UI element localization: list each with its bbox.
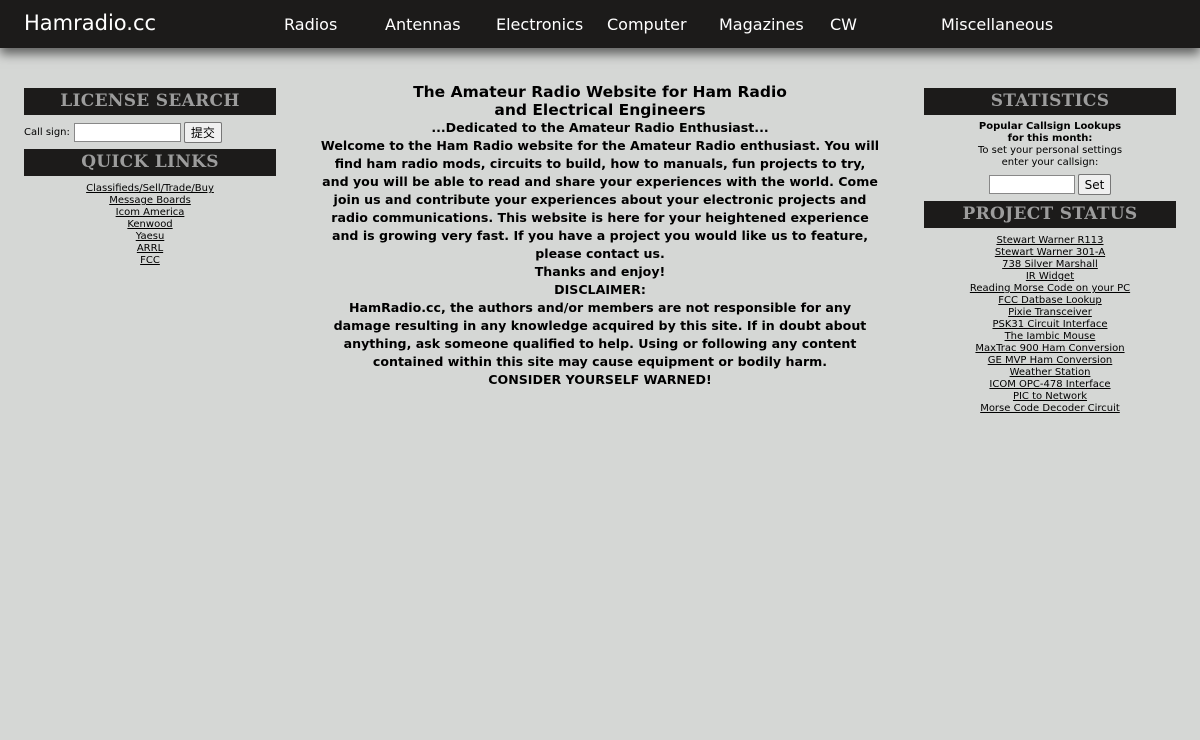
project-link[interactable]: Stewart Warner 301-A xyxy=(924,247,1176,259)
nav-miscellaneous[interactable]: Miscellaneous xyxy=(941,15,1053,34)
nav-radios[interactable]: Radios xyxy=(284,15,337,34)
project-link[interactable]: MaxTrac 900 Ham Conversion xyxy=(924,343,1176,355)
main-content: The Amateur Radio Website for Ham Radio … xyxy=(320,83,880,389)
disclaimer-text: HamRadio.cc, the authors and/or members … xyxy=(333,300,867,369)
popular-lookups-line-1: Popular Callsign Lookups xyxy=(978,121,1122,132)
quick-link-fcc[interactable]: FCC xyxy=(24,255,276,267)
project-link[interactable]: Stewart Warner R113 xyxy=(924,235,1176,247)
project-status-heading: PROJECT STATUS xyxy=(924,201,1176,228)
project-link[interactable]: PIC to Network xyxy=(924,391,1176,403)
nav-electronics[interactable]: Electronics xyxy=(496,15,583,34)
project-link[interactable]: Weather Station xyxy=(924,367,1176,379)
left-sidebar: LICENSE SEARCH Call sign: 提交 QUICK LINKS… xyxy=(24,88,276,267)
quick-link-icom-america[interactable]: Icom America xyxy=(24,207,276,219)
warning-text: CONSIDER YOURSELF WARNED! xyxy=(488,372,712,387)
quick-link-message-boards[interactable]: Message Boards xyxy=(24,195,276,207)
project-link[interactable]: Reading Morse Code on your PC xyxy=(924,283,1176,295)
welcome-text: Welcome to the Ham Radio website for the… xyxy=(320,138,880,261)
disclaimer-heading: DISCLAIMER: xyxy=(554,282,646,297)
project-link[interactable]: GE MVP Ham Conversion xyxy=(924,355,1176,367)
tagline: ...Dedicated to the Amateur Radio Enthus… xyxy=(431,120,769,135)
page-title-line-2: and Electrical Engineers xyxy=(494,101,706,119)
right-sidebar: STATISTICS Popular Callsign Lookups for … xyxy=(924,88,1176,415)
project-link[interactable]: Morse Code Decoder Circuit xyxy=(924,403,1176,415)
popular-lookups-line-2: for this month: xyxy=(1007,133,1093,144)
nav-antennas[interactable]: Antennas xyxy=(385,15,461,34)
page-title-line-1: The Amateur Radio Website for Ham Radio xyxy=(413,83,787,101)
project-link[interactable]: The Iambic Mouse xyxy=(924,331,1176,343)
statistics-heading: STATISTICS xyxy=(924,88,1176,115)
quick-links-list: Classifieds/Sell/Trade/Buy Message Board… xyxy=(24,176,276,267)
quick-link-yaesu[interactable]: Yaesu xyxy=(24,231,276,243)
thanks-text: Thanks and enjoy! xyxy=(534,264,666,279)
project-status-list: Stewart Warner R113 Stewart Warner 301-A… xyxy=(924,228,1176,415)
set-callsign-button[interactable]: Set xyxy=(1077,174,1112,195)
license-search-heading: LICENSE SEARCH xyxy=(24,88,276,115)
quick-link-kenwood[interactable]: Kenwood xyxy=(24,219,276,231)
nav-computer[interactable]: Computer xyxy=(607,15,687,34)
site-logo-link[interactable]: Hamradio.cc xyxy=(24,11,156,35)
license-search-submit-button[interactable]: 提交 xyxy=(183,121,222,143)
callsign-label: Call sign: xyxy=(24,126,70,138)
callsign-input[interactable] xyxy=(73,122,181,142)
statistics-body: Popular Callsign Lookups for this month:… xyxy=(924,115,1176,201)
project-link[interactable]: IR Widget xyxy=(924,271,1176,283)
settings-hint-line-2: enter your callsign: xyxy=(1001,157,1099,168)
project-link[interactable]: PSK31 Circuit Interface xyxy=(924,319,1176,331)
quick-links-heading: QUICK LINKS xyxy=(24,149,276,176)
nav-cw[interactable]: CW xyxy=(830,15,857,34)
project-link[interactable]: 738 Silver Marshall xyxy=(924,259,1176,271)
project-link[interactable]: ICOM OPC-478 Interface xyxy=(924,379,1176,391)
settings-hint-line-1: To set your personal settings xyxy=(977,145,1123,156)
license-search-form: Call sign: 提交 xyxy=(24,115,276,149)
quick-link-arrl[interactable]: ARRL xyxy=(24,243,276,255)
set-callsign-form: Set xyxy=(924,169,1176,201)
nav-magazines[interactable]: Magazines xyxy=(719,15,804,34)
quick-link-classifieds[interactable]: Classifieds/Sell/Trade/Buy xyxy=(24,183,276,195)
top-nav-bar: Hamradio.cc Radios Antennas Electronics … xyxy=(0,0,1200,48)
project-link[interactable]: FCC Datbase Lookup xyxy=(924,295,1176,307)
set-callsign-input[interactable] xyxy=(988,175,1075,194)
project-link[interactable]: Pixie Transceiver xyxy=(924,307,1176,319)
